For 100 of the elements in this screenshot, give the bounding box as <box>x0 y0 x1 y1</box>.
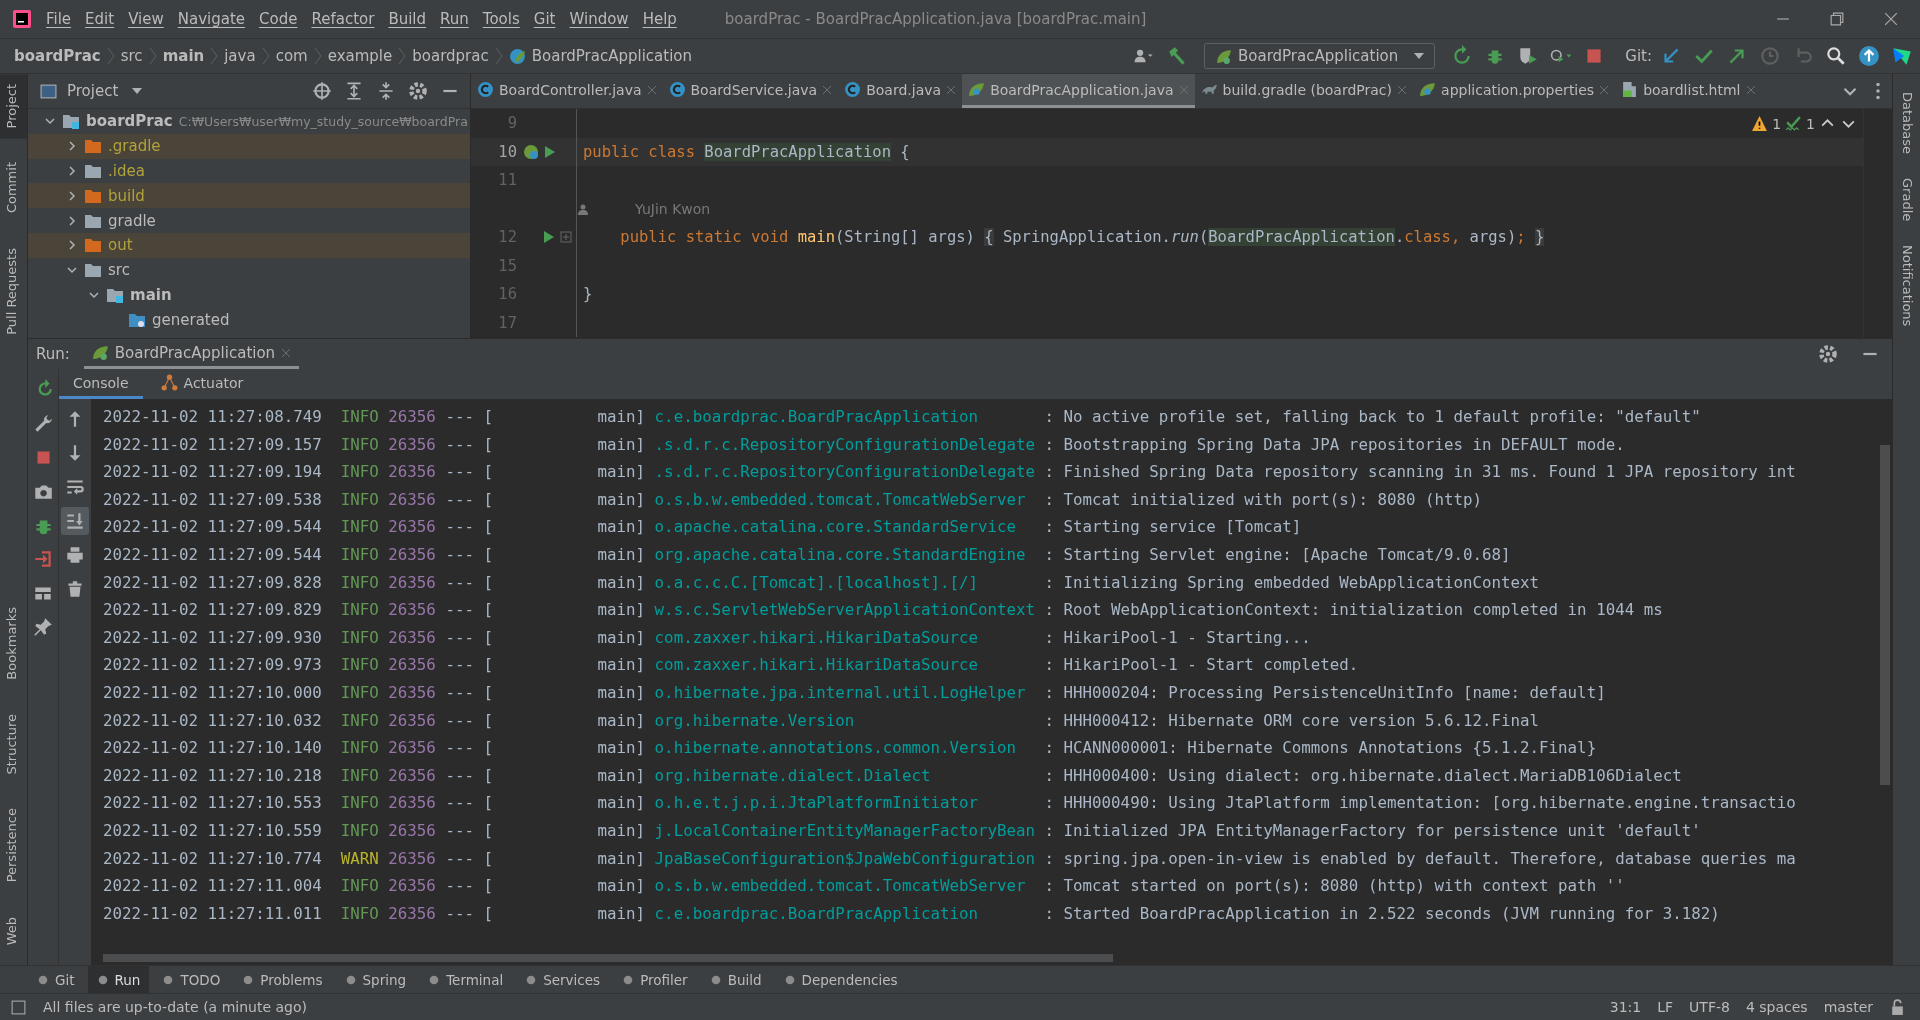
tool-window-button[interactable]: Database <box>1893 88 1920 159</box>
menu-item[interactable]: Tools <box>482 10 520 28</box>
menu-item[interactable]: Window <box>569 10 629 28</box>
menu-item[interactable]: Git <box>533 10 556 28</box>
code-line: } <box>582 285 593 304</box>
log-line: 2022-11-02 11:27:08.749 INFO 26356 --- [ main] c.e.boardprac.BoardPracApplication : No active profile set, falling back to 1 default profile: "default" <box>103 406 1702 428</box>
log-line: 2022-11-02 11:27:09.973 INFO 26356 --- [ main] com.zaxxer.hikari.HikariDataSource : HikariPool-1 - Start completed. <box>103 654 1360 677</box>
log-line: 2022-11-02 11:27:10.774 WARN 26356 --- [ main] JpaBaseConfiguration$JpaWebConfiguration : spring.jpa.open-in-view is enabled by default. Therefore, database queries ma <box>103 847 1797 870</box>
breadcrumb[interactable]: main <box>162 47 205 65</box>
editor-tab[interactable]: boardlist.html <box>1615 74 1762 108</box>
line-number: 17 <box>497 313 517 332</box>
log-line: 2022-11-02 11:27:09.544 INFO 26356 --- [ main] o.apache.catalina.core.StandardService : Starting service [Tomcat] <box>103 516 1303 539</box>
tree-label: build <box>108 186 145 205</box>
breadcrumb[interactable]: src <box>120 47 143 65</box>
tool-window-tab[interactable]: Run <box>87 966 150 993</box>
run-configuration-dropdown[interactable]: BoardPracApplication <box>1203 43 1436 69</box>
line-number: 11 <box>497 171 517 190</box>
menu-item[interactable]: View <box>128 10 164 28</box>
tree-item[interactable]: out <box>28 233 470 258</box>
tool-window-button[interactable]: Web <box>0 906 27 955</box>
tool-window-button[interactable]: Persistence <box>0 798 27 893</box>
tool-window-button[interactable]: Notifications <box>1893 241 1920 331</box>
git-branch[interactable]: master <box>1823 999 1873 1015</box>
tool-window-button[interactable]: Gradle <box>1893 174 1920 226</box>
menu-item[interactable]: File <box>46 10 72 28</box>
log-line: 2022-11-02 11:27:10.032 INFO 26356 --- [ main] org.hibernate.Version : HHH000412: Hibernate ORM core version 5.6.12.Final <box>103 709 1541 732</box>
tool-window-button[interactable]: Structure <box>0 703 27 785</box>
warning-count[interactable]: 1 <box>1772 115 1782 132</box>
tree-item[interactable]: .idea <box>28 158 470 184</box>
git-label: Git: <box>1625 47 1652 65</box>
code-line: public class BoardPracApplication { <box>582 142 910 161</box>
tree-label: boardPrac <box>86 112 173 131</box>
log-line: 2022-11-02 11:27:10.218 INFO 26356 --- [ main] org.hibernate.dialect.Dialect : HHH000400: Using dialect: org.hibernate.dialect.MariaDB106Dialect <box>103 764 1683 787</box>
file-encoding[interactable]: UTF-8 <box>1689 999 1730 1015</box>
tree-item[interactable]: gradle <box>28 208 470 233</box>
menu-item[interactable]: Help <box>642 10 677 28</box>
tree-item[interactable]: generated <box>28 307 470 333</box>
tool-window-tab[interactable]: Terminal <box>419 966 513 993</box>
breadcrumb[interactable]: boardprac <box>412 47 489 65</box>
tree-label: generated <box>152 310 230 329</box>
editor-tab[interactable]: build.gradle (boardPrac) <box>1194 74 1414 108</box>
console-tab[interactable]: Actuator <box>146 369 258 399</box>
tree-label: .idea <box>108 162 145 180</box>
tool-window-button[interactable]: Commit <box>0 152 27 224</box>
tree-label: gradle <box>108 211 156 230</box>
line-number: 15 <box>497 256 517 275</box>
breadcrumb[interactable]: example <box>327 47 393 65</box>
tool-window-button[interactable]: Pull Requests <box>0 237 27 345</box>
breadcrumb[interactable]: com <box>275 47 308 65</box>
line-number: 12 <box>497 228 517 247</box>
tool-window-tab[interactable]: Services <box>516 966 610 993</box>
tree-item[interactable]: .gradle <box>28 133 470 159</box>
menu-item[interactable]: Build <box>388 10 427 28</box>
panel-title[interactable]: Project <box>67 82 119 100</box>
tree-item[interactable]: main <box>28 282 470 308</box>
configuration-tab[interactable]: BoardPracApplication <box>83 339 300 369</box>
tool-window-button[interactable]: Project <box>0 74 27 139</box>
menu-item[interactable]: Edit <box>85 10 115 28</box>
menu-item[interactable]: Navigate <box>177 10 246 28</box>
editor-tab[interactable]: BoardPracApplication.java <box>962 74 1195 108</box>
line-separator[interactable]: LF <box>1657 999 1674 1015</box>
breadcrumb[interactable]: BoardPracApplication <box>531 47 692 65</box>
log-line: 2022-11-02 11:27:09.828 INFO 26356 --- [ main] o.a.c.c.C.[Tomcat].[localhost].[/] : Initializing Spring embedded WebApplicationContext <box>103 571 1541 594</box>
log-line: 2022-11-02 11:27:09.194 INFO 26356 --- [ main] .s.d.r.c.RepositoryConfigurationDelegate : Finished Spring Data repository scanning in 31 ms. Found 1 JPA repository int <box>103 461 1797 484</box>
tool-window-tab[interactable]: TODO <box>153 966 230 993</box>
tool-window-tab[interactable]: Spring <box>335 966 416 993</box>
log-line: 2022-11-02 11:27:10.140 INFO 26356 --- [ main] o.hibernate.annotations.common.Version : HCANN000001: Hibernate Commons Annotations {5.1.2.Final} <box>103 737 1598 760</box>
editor-tab[interactable]: BoardController.java <box>471 74 663 108</box>
author-hint[interactable]: YuJin Kwon <box>589 200 711 217</box>
tool-window-button[interactable]: Bookmarks <box>0 597 27 690</box>
tool-window-tab[interactable]: Profiler <box>613 966 697 993</box>
indent-setting[interactable]: 4 spaces <box>1745 999 1808 1015</box>
menu-item[interactable]: Refactor <box>311 10 375 28</box>
tree-item[interactable]: boardPrac C:₩Users₩user₩my_study_source₩boardPra <box>28 109 470 134</box>
log-line: 2022-11-02 11:27:09.930 INFO 26356 --- [ main] com.zaxxer.hikari.HikariDataSource : HikariPool-1 - Starting... <box>103 626 1312 649</box>
tree-label: out <box>108 236 133 255</box>
editor-tab[interactable]: Board.java <box>838 74 963 108</box>
tree-item[interactable]: build <box>28 183 470 209</box>
cursor-position[interactable]: 31:1 <box>1609 999 1642 1015</box>
log-line: 2022-11-02 11:27:09.829 INFO 26356 --- [ main] w.s.c.ServletWebServerApplicationContext : Root WebApplicationContext: initialization completed in 1044 ms <box>103 599 1664 622</box>
typo-count[interactable]: 1 <box>1806 115 1815 132</box>
editor-tab[interactable]: BoardService.java <box>662 74 839 108</box>
log-line: 2022-11-02 11:27:11.004 INFO 26356 --- [ main] o.s.b.w.embedded.tomcat.TomcatWebServer : Tomcat started on port(s): 8080 (http) with context path '' <box>103 875 1626 898</box>
tree-label: .gradle <box>108 137 161 156</box>
tree-label: src <box>108 261 130 280</box>
menu-item[interactable]: Code <box>259 10 298 28</box>
menu-item[interactable]: Run <box>440 10 469 28</box>
tool-window-tab[interactable]: Dependencies <box>774 966 907 993</box>
tool-window-tab[interactable]: Build <box>700 966 771 993</box>
path-text: C:₩Users₩user₩my_study_source₩boardPra <box>178 113 468 129</box>
log-line: 2022-11-02 11:27:09.544 INFO 26356 --- [ main] org.apache.catalina.core.StandardEngine : Starting Servlet engine: [Apache Tomcat/9.0.68] <box>103 543 1512 566</box>
status-message: All files are up-to-date (a minute ago) <box>43 999 307 1015</box>
log-line: 2022-11-02 11:27:10.000 INFO 26356 --- [ main] o.hibernate.jpa.internal.util.LogHelper : HHH000204: Processing PersistenceUnitInfo [name: default] <box>103 681 1607 704</box>
tool-window-tab[interactable]: Git <box>28 966 84 993</box>
editor-tab[interactable]: application.properties <box>1413 74 1616 108</box>
tree-item[interactable]: src <box>28 257 470 283</box>
tool-window-tab[interactable]: Problems <box>233 966 332 993</box>
breadcrumb[interactable]: java <box>224 47 256 65</box>
log-line: 2022-11-02 11:27:09.157 INFO 26356 --- [ main] .s.d.r.c.RepositoryConfigurationDelegate : Bootstrapping Spring Data JPA repositories in DEFAULT mode. <box>103 433 1626 456</box>
breadcrumb[interactable]: boardPrac <box>14 47 101 65</box>
